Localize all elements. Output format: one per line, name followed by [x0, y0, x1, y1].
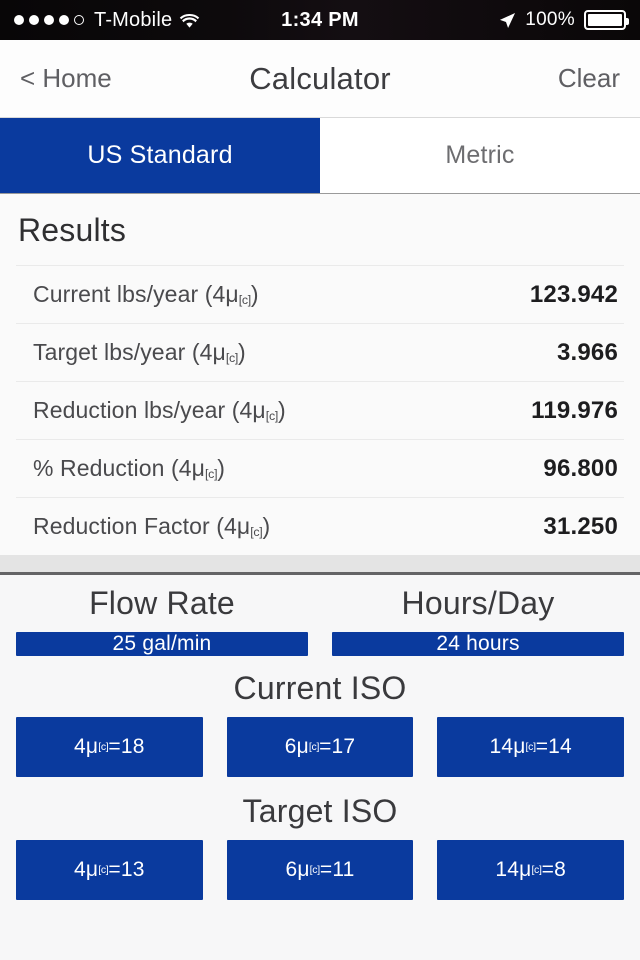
location-arrow-icon	[499, 12, 516, 29]
result-label: % Reduction (4μ[c])	[33, 455, 225, 482]
result-value: 3.966	[556, 338, 618, 366]
signal-dot-filled	[14, 15, 24, 25]
result-label: Reduction lbs/year (4μ[c])	[33, 397, 286, 424]
battery-fill	[588, 14, 622, 26]
hours-per-day-label: Hours/Day	[401, 585, 555, 621]
carrier-label: T-Mobile	[94, 8, 173, 31]
result-label: Reduction Factor (4μ[c])	[33, 513, 271, 540]
result-label: Current lbs/year (4μ[c])	[33, 281, 259, 308]
target-iso-row: 4μ [c] =13 6μ [c] =11 14μ [c] =8	[16, 840, 625, 900]
table-row: Current lbs/year (4μ[c]) 123.942	[16, 265, 624, 323]
result-value: 119.976	[531, 396, 618, 424]
results-panel: Results Current lbs/year (4μ[c]) 123.942…	[0, 194, 640, 555]
current-iso-6um-button[interactable]: 6μ [c] =17	[226, 717, 414, 777]
target-iso-4um-button[interactable]: 4μ [c] =13	[16, 840, 203, 900]
app-screen: T-Mobile 1:34 PM 100% < Home Calculator …	[0, 0, 640, 960]
table-row: Target lbs/year (4μ[c]) 3.966	[16, 323, 624, 381]
tab-metric[interactable]: Metric	[320, 118, 640, 193]
tab-us-standard[interactable]: US Standard	[0, 118, 320, 193]
signal-dot-filled	[59, 15, 69, 25]
status-bar-left: T-Mobile	[14, 9, 281, 32]
section-divider	[0, 555, 640, 575]
target-iso-6um-button[interactable]: 6μ [c] =11	[226, 840, 414, 900]
flow-rate-input[interactable]: 25 gal/min	[16, 632, 308, 656]
back-home-button[interactable]: < Home	[20, 63, 112, 94]
results-heading: Results	[18, 212, 127, 248]
flow-rate-field: Flow Rate 25 gal/min	[16, 575, 308, 656]
signal-dot-empty	[74, 15, 84, 25]
status-bar-right: 100%	[359, 9, 629, 31]
unit-system-tabs: US Standard Metric	[0, 118, 640, 194]
result-value: 31.250	[543, 512, 618, 540]
current-iso-label: Current ISO	[233, 670, 407, 706]
signal-strength-dots	[14, 15, 84, 25]
result-value: 96.800	[543, 454, 618, 482]
result-label: Target lbs/year (4μ[c])	[33, 339, 246, 366]
hours-per-day-field: Hours/Day 24 hours	[332, 575, 624, 656]
table-row: % Reduction (4μ[c]) 96.800	[16, 439, 624, 497]
battery-full-icon	[584, 10, 629, 30]
signal-dot-filled	[44, 15, 54, 25]
hours-per-day-input[interactable]: 24 hours	[332, 632, 624, 656]
table-row: Reduction Factor (4μ[c]) 31.250	[16, 497, 624, 555]
target-iso-14um-button[interactable]: 14μ [c] =8	[437, 840, 625, 900]
status-bar: T-Mobile 1:34 PM 100%	[0, 0, 640, 40]
current-iso-14um-button[interactable]: 14μ [c] =14	[437, 717, 625, 777]
signal-dot-filled	[29, 15, 39, 25]
wifi-icon	[179, 12, 200, 28]
table-row: Reduction lbs/year (4μ[c]) 119.976	[16, 381, 624, 439]
target-iso-label: Target ISO	[242, 793, 398, 829]
current-iso-row: 4μ [c] =18 6μ [c] =17 14μ [c] =14	[16, 717, 625, 777]
status-bar-clock: 1:34 PM	[281, 8, 359, 31]
navigation-bar: < Home Calculator Clear	[0, 40, 640, 118]
battery-percent-label: 100%	[525, 9, 575, 30]
flow-rate-label: Flow Rate	[89, 585, 235, 621]
inputs-panel: Flow Rate 25 gal/min Hours/Day 24 hours …	[0, 575, 640, 960]
result-value: 123.942	[529, 280, 618, 308]
current-iso-4um-button[interactable]: 4μ [c] =18	[16, 717, 203, 777]
clear-button[interactable]: Clear	[558, 63, 620, 94]
flow-hours-row: Flow Rate 25 gal/min Hours/Day 24 hours	[16, 575, 624, 656]
